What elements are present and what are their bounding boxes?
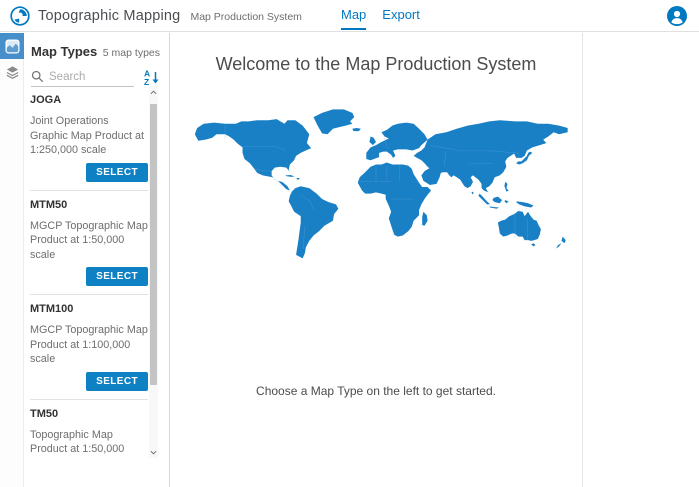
map-type-count: 5 map types	[103, 47, 160, 59]
chevron-down-icon[interactable]	[149, 446, 158, 458]
chevron-up-icon[interactable]	[149, 86, 158, 98]
app-subtitle: Map Production System	[190, 8, 301, 23]
select-button-mtm100[interactable]: SELECT	[86, 372, 148, 391]
scrollbar-thumb[interactable]	[150, 104, 157, 385]
map-type-item-tm50: TM50 Topographic Map Product at 1:50,000…	[30, 400, 148, 459]
map-type-description: MGCP Topographic Map Product at 1:50,000…	[30, 219, 148, 263]
app-header: Topographic Mapping Map Production Syste…	[0, 0, 699, 32]
welcome-title: Welcome to the Map Production System	[170, 54, 582, 75]
tab-export[interactable]: Export	[382, 7, 420, 30]
instruction-text: Choose a Map Type on the left to get sta…	[170, 384, 582, 398]
map-types-tool-icon[interactable]	[0, 33, 24, 59]
map-type-name: MTM100	[30, 301, 148, 315]
map-type-description: Topographic Map Product at 1:50,000 scal…	[30, 428, 148, 459]
world-map	[182, 102, 570, 296]
svg-text:Z: Z	[144, 77, 149, 86]
layers-icon[interactable]	[0, 59, 24, 85]
panel-title: Map Types	[31, 44, 97, 59]
map-type-item-mtm50: MTM50 MGCP Topographic Map Product at 1:…	[30, 191, 148, 296]
map-type-name: MTM50	[30, 197, 148, 211]
map-types-panel: Map Types 5 map types A Z JOGA Joint Ope…	[24, 33, 170, 487]
select-button-joga[interactable]: SELECT	[86, 163, 148, 182]
search-box[interactable]	[31, 70, 134, 87]
map-type-item-joga: JOGA Joint Operations Graphic Map Produc…	[30, 86, 148, 191]
map-type-description: MGCP Topographic Map Product at 1:100,00…	[30, 323, 148, 367]
panel-header: Map Types 5 map types	[24, 33, 169, 63]
user-avatar-icon[interactable]	[667, 6, 687, 26]
topographic-mapping-logo	[10, 6, 30, 26]
welcome-pane: Welcome to the Map Production System	[170, 33, 583, 487]
map-type-name: TM50	[30, 406, 148, 420]
header-tabs: Map Export	[341, 7, 420, 30]
map-type-list: JOGA Joint Operations Graphic Map Produc…	[24, 86, 169, 458]
app-title: Topographic Mapping	[38, 8, 180, 24]
empty-right-area	[584, 33, 699, 487]
search-input[interactable]	[49, 71, 123, 83]
map-type-description: Joint Operations Graphic Map Product at …	[30, 114, 148, 158]
tab-map[interactable]: Map	[341, 7, 366, 30]
map-type-name: JOGA	[30, 92, 148, 106]
sort-a-z-icon[interactable]: A Z	[144, 69, 160, 86]
tool-strip	[0, 33, 24, 487]
list-scrollbar[interactable]	[149, 86, 158, 458]
map-type-item-mtm100: MTM100 MGCP Topographic Map Product at 1…	[30, 295, 148, 400]
search-icon	[31, 70, 44, 83]
select-button-mtm50[interactable]: SELECT	[86, 267, 148, 286]
